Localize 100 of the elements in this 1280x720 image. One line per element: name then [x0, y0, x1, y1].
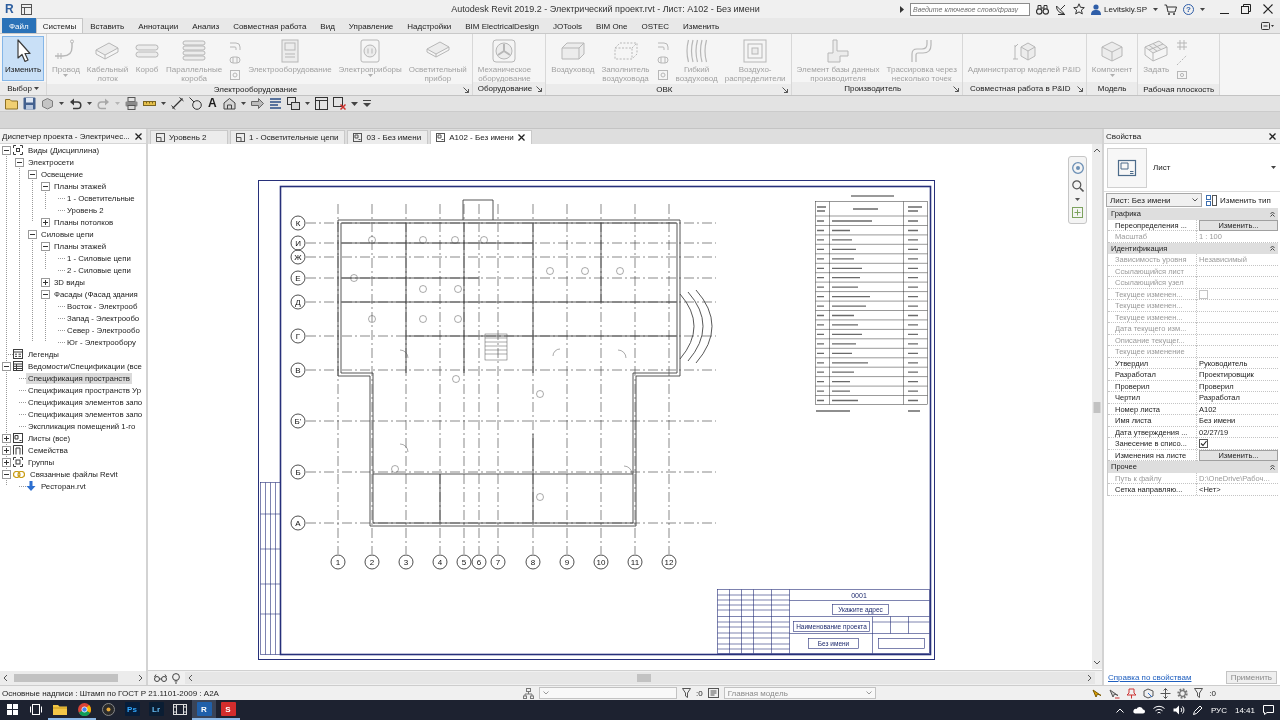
- horizontal-scrollbar[interactable]: [185, 672, 1095, 684]
- filter-icon[interactable]: [1194, 688, 1204, 698]
- plus-square-icon[interactable]: [1072, 207, 1083, 218]
- dimension-line-icon[interactable]: [171, 97, 184, 110]
- section-arrow-icon[interactable]: [250, 97, 264, 110]
- close-icon[interactable]: [517, 134, 525, 141]
- volume-icon[interactable]: [1172, 705, 1185, 715]
- caret-icon[interactable]: [304, 102, 310, 105]
- list-icon[interactable]: [707, 688, 719, 698]
- cart-icon[interactable]: [1164, 3, 1177, 15]
- caret-icon[interactable]: [350, 101, 358, 106]
- glasses-icon[interactable]: [154, 674, 167, 682]
- print-icon[interactable]: [125, 97, 138, 110]
- help-link[interactable]: Справка по свойствам: [1108, 672, 1192, 682]
- satellite-dish-icon[interactable]: [1055, 3, 1067, 15]
- zoom-icon[interactable]: [1071, 180, 1084, 192]
- house-icon[interactable]: [222, 97, 236, 110]
- collapse-icon[interactable]: [2, 361, 11, 371]
- caret-icon[interactable]: [240, 102, 246, 105]
- collapse-icon[interactable]: [15, 157, 24, 167]
- ribbon-tab[interactable]: Надстройки: [400, 18, 459, 33]
- caret-icon[interactable]: [1075, 198, 1080, 201]
- chevron-up-icon[interactable]: [1115, 707, 1124, 713]
- play-icon[interactable]: [900, 5, 904, 13]
- ribbon-tab[interactable]: Совместная работа: [226, 18, 314, 33]
- caret-icon[interactable]: [161, 102, 166, 105]
- checkbox[interactable]: [1199, 439, 1208, 448]
- caret-icon[interactable]: [59, 102, 64, 105]
- diagonal-arrow-icon[interactable]: [536, 85, 543, 92]
- edit-type-button[interactable]: Изменить тип: [1206, 194, 1271, 206]
- ribbon-tab[interactable]: Вставить: [83, 18, 132, 33]
- taskbar-button[interactable]: Lr: [144, 700, 168, 720]
- move-arrows-icon[interactable]: [1160, 687, 1172, 699]
- text-tool-button[interactable]: A: [207, 97, 218, 110]
- ribbon-tab[interactable]: Вид: [313, 18, 342, 33]
- star-icon[interactable]: [1073, 3, 1085, 15]
- cloud-icon[interactable]: [1131, 706, 1145, 714]
- hexagon-line-icon[interactable]: [1143, 687, 1155, 699]
- hierarchy-icon[interactable]: [523, 687, 534, 699]
- ribbon-tab[interactable]: BIM One: [588, 18, 635, 33]
- funnel-icon[interactable]: [682, 688, 691, 698]
- ribbon-tab[interactable]: Управление: [341, 18, 401, 33]
- ribbon-tab[interactable]: Изменить: [676, 18, 727, 33]
- collapse-icon[interactable]: [41, 241, 50, 251]
- caret-icon[interactable]: [33, 87, 39, 90]
- horizontal-scrollbar[interactable]: [0, 671, 146, 685]
- close-icon[interactable]: [1269, 132, 1276, 140]
- diagonal-arrow-icon[interactable]: [462, 86, 469, 93]
- view-tab[interactable]: 1 - Осветительные цепи: [230, 130, 346, 144]
- binoculars-icon[interactable]: [1036, 3, 1049, 15]
- ribbon-tab[interactable]: Анализ: [185, 18, 227, 33]
- file-menu-button[interactable]: Файл: [2, 18, 36, 33]
- chevrons-up-icon[interactable]: [1270, 463, 1275, 470]
- close-icon[interactable]: [1263, 4, 1273, 14]
- cursor-underline-icon[interactable]: [1109, 687, 1121, 699]
- pin-icon[interactable]: [1126, 687, 1138, 699]
- user-menu[interactable]: Levitskiy.SP: [1091, 3, 1147, 15]
- close-icon[interactable]: [135, 132, 142, 140]
- taskbar-button[interactable]: S: [216, 700, 240, 720]
- vertical-scrollbar[interactable]: [1092, 144, 1102, 669]
- close-windows-icon[interactable]: [332, 97, 346, 110]
- gear-icon[interactable]: [1177, 687, 1189, 699]
- taskbar-button[interactable]: R: [192, 700, 216, 720]
- instance-dropdown[interactable]: Лист: Без имени: [1106, 193, 1202, 207]
- collapse-icon[interactable]: [28, 229, 37, 239]
- undo-icon[interactable]: [69, 97, 82, 110]
- customize-icon[interactable]: [362, 100, 371, 107]
- pen-icon[interactable]: [1192, 705, 1203, 715]
- ribbon-tab[interactable]: BIM ElectricalDesign: [458, 18, 547, 33]
- expand-icon[interactable]: [41, 277, 50, 287]
- diagonal-arrow-icon[interactable]: [952, 85, 959, 92]
- network-icon[interactable]: [1152, 705, 1165, 715]
- steering-wheel-icon[interactable]: [1071, 162, 1084, 174]
- caret-icon[interactable]: [1153, 7, 1158, 11]
- chevrons-up-icon[interactable]: [1270, 245, 1275, 252]
- clock[interactable]: 14:41: [1234, 705, 1255, 715]
- expand-icon[interactable]: [2, 433, 11, 443]
- taskbar-button[interactable]: Ps: [120, 700, 144, 720]
- caret-icon[interactable]: [87, 102, 92, 105]
- collapse-icon[interactable]: [41, 289, 50, 299]
- ribbon-tab[interactable]: Системы: [35, 18, 84, 33]
- collapse-icon[interactable]: [41, 181, 50, 191]
- overlapping-windows-icon[interactable]: [286, 97, 300, 110]
- expand-icon[interactable]: [41, 217, 50, 227]
- notification-icon[interactable]: [1263, 705, 1274, 715]
- window-layout-icon[interactable]: [314, 97, 328, 110]
- language-indicator[interactable]: РУС: [1210, 705, 1227, 715]
- expand-icon[interactable]: [2, 457, 11, 467]
- ribbon-tab[interactable]: OSTEC: [634, 18, 677, 33]
- collapse-icon[interactable]: [28, 169, 37, 179]
- ribbon-tab[interactable]: Аннотации: [131, 18, 186, 33]
- diagonal-arrow-icon[interactable]: [1076, 85, 1083, 92]
- diagonal-arrow-icon[interactable]: [781, 86, 788, 93]
- bulb-icon[interactable]: [172, 672, 180, 684]
- expand-icon[interactable]: [2, 445, 11, 455]
- app-logo[interactable]: R: [5, 2, 15, 16]
- caret-icon[interactable]: [1200, 7, 1205, 11]
- restore-icon[interactable]: [1241, 4, 1251, 14]
- collapse-icon[interactable]: [2, 145, 11, 155]
- box-caret-icon[interactable]: [1261, 21, 1274, 30]
